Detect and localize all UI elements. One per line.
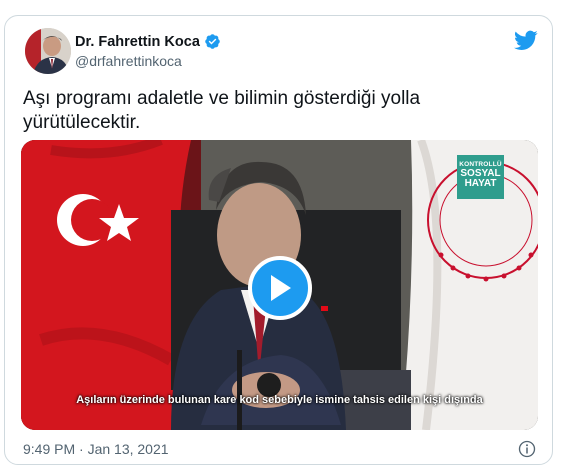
badge-line-3: HAYAT	[464, 178, 497, 189]
author-name-text[interactable]: Dr. Fahrettin Koca	[75, 34, 200, 50]
badge-line-1: KONTROLLÜ	[459, 161, 502, 168]
kontrollu-sosyal-hayat-badge: KONTROLLÜ SOSYAL HAYAT	[457, 155, 504, 199]
author-handle[interactable]: @drfahrettinkoca	[75, 53, 182, 69]
info-icon[interactable]	[518, 440, 536, 458]
verified-badge-icon	[205, 34, 220, 49]
avatar[interactable]	[25, 28, 71, 74]
video-subtitle: Aşıların üzerinde bulunan kare kod sebeb…	[76, 394, 483, 406]
play-button[interactable]	[248, 256, 312, 320]
play-icon	[271, 275, 291, 301]
tweet-timestamp[interactable]: 9:49 PM · Jan 13, 2021	[23, 441, 169, 457]
author-name[interactable]: Dr. Fahrettin Koca	[75, 33, 221, 50]
video-player[interactable]: KONTROLLÜ SOSYAL HAYAT Aşıların üzerinde…	[21, 140, 538, 430]
twitter-bird-icon[interactable]	[514, 28, 538, 52]
tweet-text: Aşı programı adaletle ve bilimin gösterd…	[23, 88, 421, 133]
tweet-card[interactable]: Dr. Fahrettin Koca @drfahrettinkoca Aşı …	[4, 15, 553, 465]
